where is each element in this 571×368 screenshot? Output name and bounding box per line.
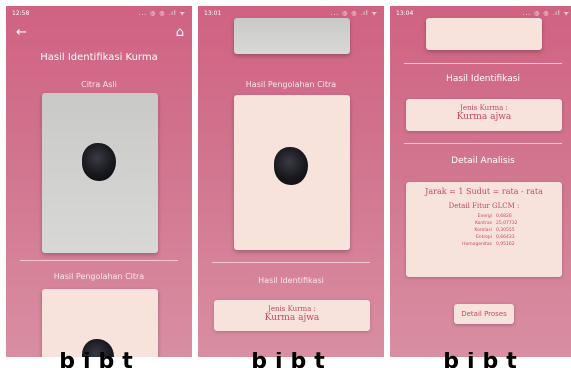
- status-icons: ... ◎ ◎ .ıl ᯤ: [522, 10, 570, 17]
- label-identification-result: Hasil Identifikasi: [446, 74, 520, 84]
- label-processed-image: Hasil Pengolahan Citra: [53, 272, 145, 281]
- divider: [404, 63, 562, 64]
- feature-name: Energi: [477, 214, 492, 219]
- original-image: [234, 18, 350, 54]
- status-time: 12:58: [12, 9, 30, 17]
- analysis-params: Jarak = 1 Sudut = rata - rata: [425, 187, 543, 196]
- label-identification-result: Hasil Identifikasi: [258, 276, 324, 285]
- feature-name: Entropi: [475, 235, 492, 240]
- divider: [404, 143, 562, 144]
- result-card: Jenis Kurma : Kurma ajwa: [214, 300, 370, 331]
- back-arrow-icon[interactable]: ←: [16, 26, 27, 39]
- label-processed-image: Hasil Pengolahan Citra: [245, 80, 337, 89]
- feature-row: Entropi 0,66433: [446, 235, 562, 240]
- glcm-feature-list: Energi 0,6826 Kontras 25,07732 Korelasi …: [406, 214, 562, 247]
- status-icons: ... ◎ ◎ .ıl ᯤ: [138, 10, 186, 17]
- status-time: 13:01: [204, 9, 222, 17]
- screen-identification-middle: 13:01 ... ◎ ◎ .ıl ᯤ Hasil Pengolahan Cit…: [198, 6, 384, 357]
- result-key: Jenis Kurma :: [460, 104, 508, 112]
- feature-row: Homogenitas 0,95162: [446, 242, 562, 247]
- screen-identification-top: 12:58 ... ◎ ◎ .ıl ᯤ ← ⌂ Hasil Identifika…: [6, 6, 192, 357]
- feature-name: Korelasi: [474, 228, 492, 233]
- divider: [212, 262, 370, 263]
- detail-process-button[interactable]: Detail Proses: [454, 304, 514, 324]
- result-card: Jenis Kurma : Kurma ajwa: [406, 99, 562, 131]
- glcm-title: Detail Fitur GLCM :: [448, 202, 520, 210]
- feature-name: Kontras: [474, 221, 492, 226]
- cropped-caption-decoration: bjbt: [443, 352, 525, 368]
- feature-row: Korelasi 0,30555: [446, 228, 562, 233]
- feature-value: 0,6826: [496, 214, 512, 219]
- processed-image: [234, 95, 350, 250]
- result-key: Jenis Kurma :: [268, 305, 316, 313]
- feature-row: Kontras 25,07732: [446, 221, 562, 226]
- date-fruit-image: [82, 143, 116, 181]
- label-original-image: Citra Asli: [81, 80, 117, 89]
- original-image: [42, 93, 158, 253]
- date-fruit-image: [274, 147, 308, 185]
- feature-value: 25,07732: [496, 221, 518, 226]
- page-title: Hasil Identifikasi Kurma: [40, 52, 158, 63]
- processed-image: [42, 289, 158, 357]
- home-icon[interactable]: ⌂: [176, 26, 184, 39]
- status-icons: ... ◎ ◎ .ıl ᯤ: [330, 10, 378, 17]
- label-detail-analysis: Detail Analisis: [451, 156, 515, 166]
- cropped-caption-decoration: bjbt: [59, 352, 141, 368]
- result-value: Kurma ajwa: [264, 313, 320, 323]
- feature-value: 0,95162: [496, 242, 515, 247]
- feature-row: Energi 0,6826: [446, 214, 562, 219]
- feature-value: 0,30555: [496, 228, 515, 233]
- status-bar: 12:58 ... ◎ ◎ .ıl ᯤ: [6, 6, 192, 20]
- status-time: 13:04: [396, 9, 414, 17]
- processed-image: [426, 18, 542, 50]
- result-value: Kurma ajwa: [456, 112, 512, 122]
- analysis-card: Jarak = 1 Sudut = rata - rata Detail Fit…: [406, 182, 562, 277]
- feature-name: Homogenitas: [462, 242, 492, 247]
- screen-identification-bottom: 13:04 ... ◎ ◎ .ıl ᯤ Hasil Identifikasi J…: [390, 6, 571, 357]
- feature-value: 0,66433: [496, 235, 515, 240]
- cropped-caption-decoration: bjbt: [251, 352, 333, 368]
- divider: [20, 260, 178, 261]
